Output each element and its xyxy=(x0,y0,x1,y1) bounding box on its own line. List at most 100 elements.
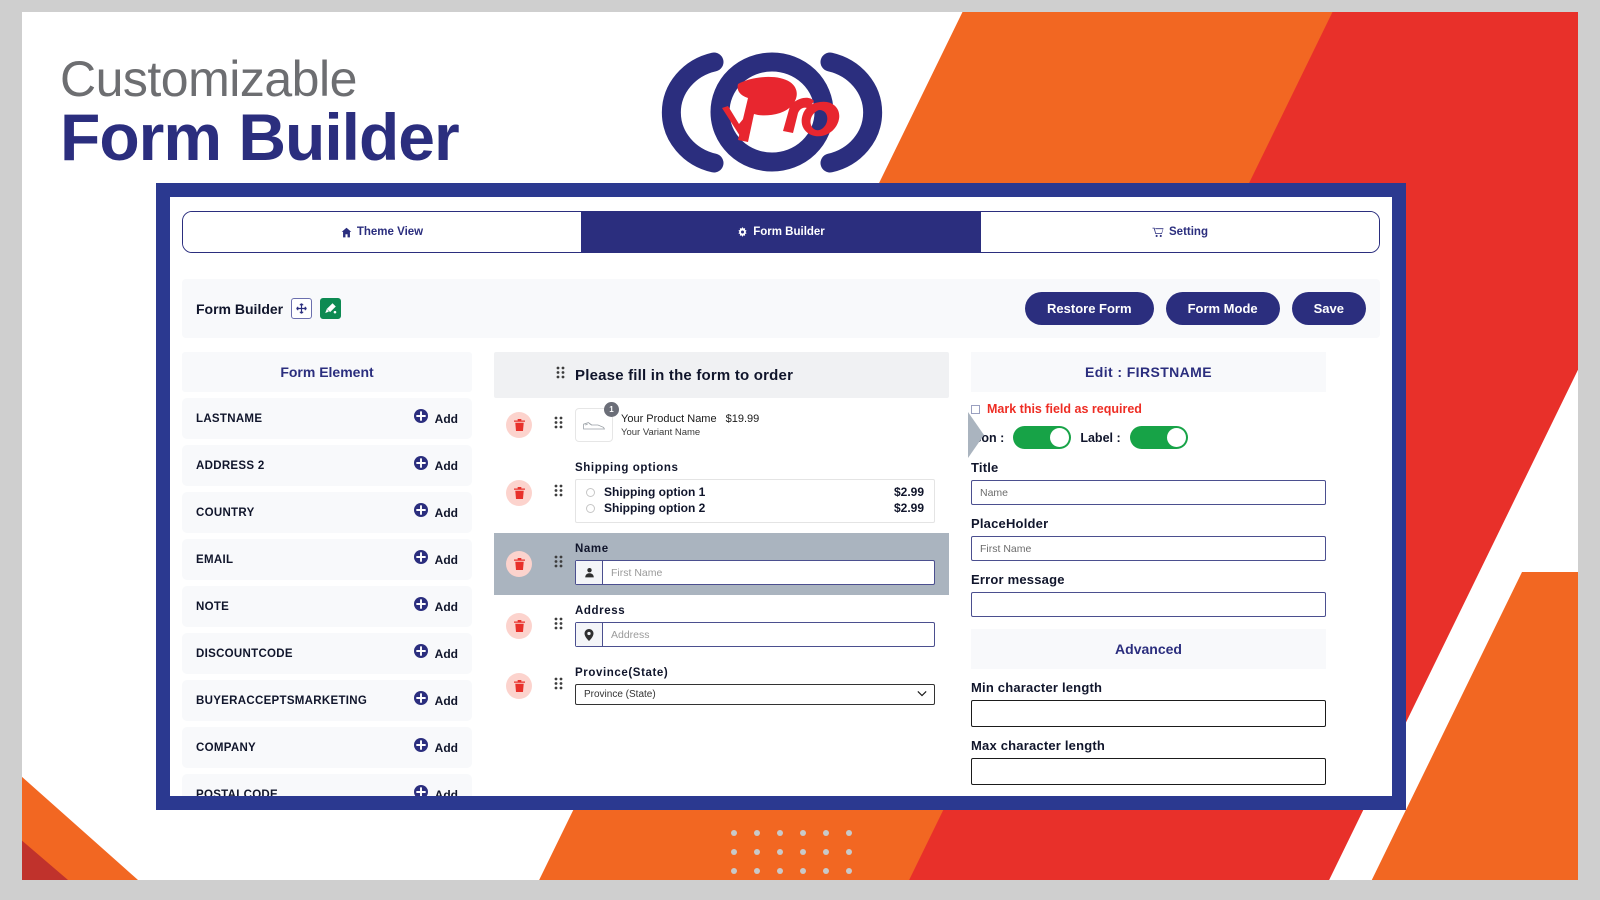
product-name-line: Your Product Name $19.99 xyxy=(621,413,759,425)
province-select[interactable]: Province (State) xyxy=(575,684,935,705)
drag-handle-icon[interactable] xyxy=(554,555,563,573)
form-element-label: LASTNAME xyxy=(196,412,263,425)
add-label: Add xyxy=(434,458,458,473)
app-window: Theme View Form Builder Setting Form Bui… xyxy=(170,197,1392,796)
plus-circle-icon xyxy=(413,597,428,616)
selection-connector-arrow xyxy=(968,412,984,458)
paint-tool-icon[interactable] xyxy=(320,298,342,319)
product-thumbnail: 1 xyxy=(575,402,619,442)
drag-handle-icon[interactable] xyxy=(554,617,563,635)
decor-dot-grid xyxy=(731,830,869,880)
delete-row-button[interactable] xyxy=(506,613,532,639)
canvas-row-province[interactable]: Province(State) Province (State) xyxy=(494,657,949,715)
canvas-row-address[interactable]: Address Address xyxy=(494,595,949,657)
advanced-section-header: Advanced xyxy=(971,629,1326,669)
product-name: Your Product Name xyxy=(621,412,717,425)
add-element-button[interactable]: Add xyxy=(413,409,458,428)
add-element-button[interactable]: Add xyxy=(413,785,458,797)
delete-row-button[interactable] xyxy=(506,412,532,438)
add-element-button[interactable]: Add xyxy=(413,503,458,522)
add-element-button[interactable]: Add xyxy=(413,456,458,475)
error-message-input[interactable] xyxy=(971,592,1326,617)
radio-icon[interactable] xyxy=(586,487,595,497)
form-element-row-note[interactable]: NOTE Add xyxy=(182,586,472,627)
drag-handle-icon[interactable] xyxy=(556,366,565,384)
form-element-row-country[interactable]: COUNTRY Add xyxy=(182,492,472,533)
address-input-wrap[interactable]: Address xyxy=(575,622,935,647)
plus-circle-icon xyxy=(413,550,428,569)
delete-row-button[interactable] xyxy=(506,551,532,577)
add-label: Add xyxy=(434,505,458,520)
shipping-options-label: Shipping options xyxy=(575,462,679,474)
icon-toggle-switch[interactable] xyxy=(1013,426,1072,449)
form-element-label: POSTALCODE xyxy=(196,788,279,797)
error-message-label: Error message xyxy=(971,572,1065,587)
form-element-row-buyeracceptsmarketing[interactable]: BUYERACCEPTSMARKETING Add xyxy=(182,680,472,721)
drag-handle-icon[interactable] xyxy=(554,416,563,434)
name-input-placeholder: First Name xyxy=(611,566,663,579)
add-element-button[interactable]: Add xyxy=(413,644,458,663)
toolbar-right-group: Restore Form Form Mode Save xyxy=(1025,292,1366,325)
canvas-row-product[interactable]: 1 Your Product Name $19.99 Your Variant N… xyxy=(494,398,949,452)
form-element-row-email[interactable]: EMAIL Add xyxy=(182,539,472,580)
form-element-label: BUYERACCEPTSMARKETING xyxy=(196,694,368,707)
placeholder-input[interactable] xyxy=(971,536,1326,561)
move-arrows-icon[interactable] xyxy=(291,298,313,319)
form-element-label: EMAIL xyxy=(196,553,234,566)
form-element-row-address2[interactable]: ADDRESS 2 Add xyxy=(182,445,472,486)
add-element-button[interactable]: Add xyxy=(413,550,458,569)
add-label: Add xyxy=(434,693,458,708)
radio-icon[interactable] xyxy=(586,503,595,513)
title-input[interactable] xyxy=(971,480,1326,505)
add-element-button[interactable]: Add xyxy=(413,597,458,616)
form-element-label: NOTE xyxy=(196,600,230,613)
form-element-row-postalcode[interactable]: POSTALCODE Add xyxy=(182,774,472,796)
edit-panel-header: Edit : FIRSTNAME xyxy=(971,352,1326,392)
form-mode-button[interactable]: Form Mode xyxy=(1165,292,1280,325)
max-length-input[interactable] xyxy=(971,758,1326,785)
province-select-value: Province (State) xyxy=(584,689,656,700)
plus-circle-icon xyxy=(413,644,428,663)
required-label: Mark this field as required xyxy=(987,402,1142,416)
restore-form-button[interactable]: Restore Form xyxy=(1025,292,1154,325)
gear-icon xyxy=(737,226,748,238)
shipping-options-box: Shipping option 1 $2.99 Shipping option … xyxy=(575,479,935,523)
canvas-row-shipping[interactable]: Shipping options Shipping option 1 $2.99… xyxy=(494,452,949,533)
user-icon xyxy=(576,561,603,584)
chevron-down-icon xyxy=(917,689,927,700)
title-field-label: Title xyxy=(971,460,999,475)
min-length-input[interactable] xyxy=(971,700,1326,727)
label-toggle-switch[interactable] xyxy=(1129,426,1188,449)
delete-row-button[interactable] xyxy=(506,673,532,699)
add-element-button[interactable]: Add xyxy=(413,738,458,757)
form-element-label: COUNTRY xyxy=(196,506,255,519)
form-element-row-lastname[interactable]: LASTNAME Add xyxy=(182,398,472,439)
add-label: Add xyxy=(434,787,458,797)
form-element-row-discountcode[interactable]: DISCOUNTCODE Add xyxy=(182,633,472,674)
tab-setting[interactable]: Setting xyxy=(981,212,1379,252)
required-toggle-row[interactable]: Mark this field as required xyxy=(971,402,1326,416)
shipping-option-row[interactable]: Shipping option 2 $2.99 xyxy=(586,500,924,516)
add-element-button[interactable]: Add xyxy=(413,691,458,710)
address-field-block: Address Address xyxy=(575,605,935,647)
toggle-knob xyxy=(1050,428,1070,447)
tab-setting-label: Setting xyxy=(1169,226,1208,238)
form-element-row-company[interactable]: COMPANY Add xyxy=(182,727,472,768)
toolbar-left-group: Form Builder xyxy=(196,298,342,319)
drag-handle-icon[interactable] xyxy=(554,484,563,502)
product-price: $19.99 xyxy=(725,412,760,425)
tab-form-builder[interactable]: Form Builder xyxy=(582,212,981,252)
delete-row-button[interactable] xyxy=(506,479,532,506)
pro-logo xyxy=(652,50,892,175)
product-line-item: 1 Your Product Name $19.99 Your Variant N… xyxy=(575,402,935,442)
name-input-wrap[interactable]: First Name xyxy=(575,560,935,585)
save-button[interactable]: Save xyxy=(1291,292,1366,325)
plus-circle-icon xyxy=(413,409,428,428)
drag-handle-icon[interactable] xyxy=(554,677,563,695)
min-length-label: Min character length xyxy=(971,680,1103,695)
shipping-option-name: Shipping option 1 xyxy=(604,485,706,499)
product-variant: Your Variant Name xyxy=(621,426,701,438)
shipping-option-row[interactable]: Shipping option 1 $2.99 xyxy=(586,484,924,500)
tab-theme-view[interactable]: Theme View xyxy=(183,212,582,252)
canvas-row-name[interactable]: Name First Name xyxy=(494,533,949,595)
